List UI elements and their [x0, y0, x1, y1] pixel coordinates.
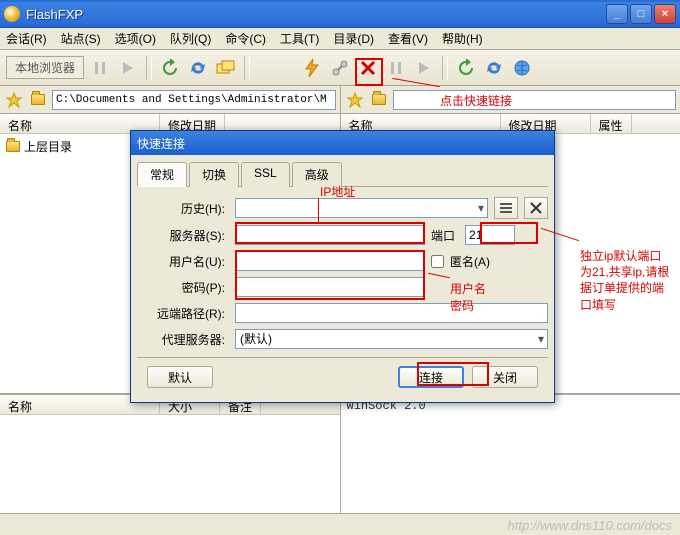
menu-session[interactable]: 会话(R)	[6, 30, 47, 47]
quick-connect-dialog: 快速连接 常规 切换 SSL 高级 历史(H): 服务器(S): 端口 用户名(…	[130, 130, 555, 403]
label-port: 端口	[431, 227, 459, 244]
tab-general[interactable]: 常规	[137, 162, 187, 187]
refresh-blue-icon[interactable]	[186, 56, 210, 80]
menu-commands[interactable]: 命令(C)	[225, 30, 266, 47]
connect-button[interactable]: 连接	[398, 366, 464, 388]
menu-sites[interactable]: 站点(S)	[61, 30, 101, 47]
history-combo[interactable]	[235, 198, 488, 218]
queue-pane: 名称 大小 备注	[0, 395, 341, 513]
refresh-green2-icon[interactable]	[454, 56, 478, 80]
user-input[interactable]	[235, 251, 425, 271]
local-path-input[interactable]: C:\Documents and Settings\Administrator\…	[52, 90, 336, 110]
play-icon[interactable]	[116, 56, 140, 80]
menu-tools[interactable]: 工具(T)	[280, 30, 319, 47]
history-list-button[interactable]	[494, 197, 518, 219]
tab-advanced[interactable]: 高级	[292, 162, 342, 187]
label-remote: 远端路径(R):	[137, 305, 229, 322]
refresh-green-icon[interactable]	[158, 56, 182, 80]
dialog-tabs: 常规 切换 SSL 高级	[137, 161, 548, 187]
menu-queue[interactable]: 队列(Q)	[170, 30, 211, 47]
menu-view[interactable]: 查看(V)	[388, 30, 428, 47]
remote-path-input[interactable]	[235, 303, 548, 323]
pause-icon[interactable]	[88, 56, 112, 80]
folder-up-icon	[6, 141, 20, 152]
tab-toggle[interactable]: 切换	[189, 162, 239, 187]
label-history: 历史(H):	[137, 200, 229, 217]
refresh-blue2-icon[interactable]	[482, 56, 506, 80]
server-input[interactable]	[235, 225, 425, 245]
col-attr[interactable]: 属性	[591, 114, 632, 133]
dialog-title: 快速连接	[131, 131, 554, 155]
window-title: FlashFXP	[26, 7, 83, 22]
menubar: 会话(R) 站点(S) 选项(O) 队列(Q) 命令(C) 工具(T) 目录(D…	[0, 28, 680, 50]
close-dialog-button[interactable]: 关闭	[472, 366, 538, 388]
close-button[interactable]: ×	[654, 4, 676, 24]
proxy-combo[interactable]: (默认)	[235, 329, 548, 349]
disconnect-icon[interactable]	[328, 56, 352, 80]
password-input[interactable]	[235, 277, 425, 297]
port-input[interactable]	[465, 225, 515, 245]
up-directory-label: 上层目录	[24, 138, 72, 155]
quick-connect-icon[interactable]	[300, 56, 324, 80]
star-icon[interactable]	[345, 90, 365, 110]
folder-icon[interactable]	[369, 90, 389, 110]
play2-icon[interactable]	[412, 56, 436, 80]
anon-checkbox[interactable]	[431, 255, 444, 268]
menu-help[interactable]: 帮助(H)	[442, 30, 483, 47]
watermark: http://www.dns110.com/docs	[507, 518, 672, 533]
titlebar: FlashFXP _ □ ×	[0, 0, 680, 28]
app-icon	[4, 6, 20, 22]
tab-ssl[interactable]: SSL	[241, 162, 290, 187]
menu-options[interactable]: 选项(O)	[115, 30, 156, 47]
star-icon[interactable]	[4, 90, 24, 110]
maximize-button[interactable]: □	[630, 4, 652, 24]
label-password: 密码(P):	[137, 279, 229, 296]
label-server: 服务器(S):	[137, 227, 229, 244]
default-button[interactable]: 默认	[147, 366, 213, 388]
label-user: 用户名(U):	[137, 253, 229, 270]
folders-icon[interactable]	[214, 56, 238, 80]
label-anon: 匿名(A)	[450, 253, 490, 270]
remote-path-input[interactable]	[393, 90, 677, 110]
menu-directory[interactable]: 目录(D)	[333, 30, 374, 47]
history-delete-button[interactable]	[524, 197, 548, 219]
globe-icon[interactable]	[510, 56, 534, 80]
local-browser-button[interactable]: 本地浏览器	[6, 56, 84, 79]
log-pane: WinSock 2.0	[341, 395, 680, 513]
queue-list[interactable]	[0, 415, 340, 513]
label-proxy: 代理服务器:	[137, 331, 229, 348]
toolbar: 本地浏览器	[0, 50, 680, 86]
pause2-icon[interactable]	[384, 56, 408, 80]
folder-icon[interactable]	[28, 90, 48, 110]
minimize-button[interactable]: _	[606, 4, 628, 24]
abort-icon[interactable]	[356, 56, 380, 80]
